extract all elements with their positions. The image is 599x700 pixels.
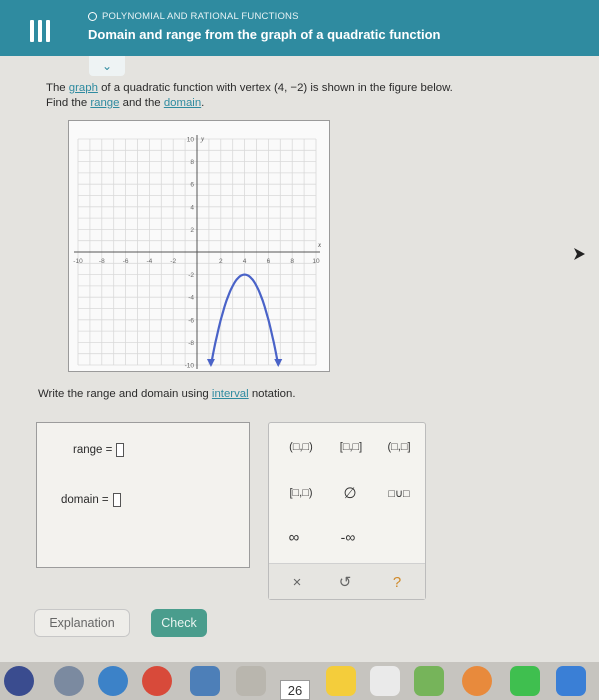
interval-link[interactable]: interval xyxy=(212,388,249,400)
clear-icon[interactable]: × xyxy=(287,572,307,592)
prompt-text: . xyxy=(201,97,205,109)
reminders-icon[interactable] xyxy=(370,666,400,696)
page-title: Domain and range from the graph of a qua… xyxy=(88,27,441,42)
empty-set-button[interactable]: ∅ xyxy=(339,483,361,503)
calendar-icon[interactable]: 26 xyxy=(280,680,310,700)
y-tick-label: 4 xyxy=(190,204,194,211)
explanation-button[interactable]: Explanation xyxy=(34,609,130,637)
infinity-button[interactable]: ∞ xyxy=(283,527,305,547)
y-tick-label: -6 xyxy=(188,317,194,324)
domain-label: domain = xyxy=(61,494,109,506)
x-tick-label: -4 xyxy=(147,258,153,265)
closed-open-interval-button[interactable]: [□,□) xyxy=(279,483,323,503)
vertex-value: (4, −2) xyxy=(273,82,308,94)
collapse-tab[interactable]: ⌄ xyxy=(89,56,125,76)
app-icon[interactable] xyxy=(236,666,266,696)
help-icon[interactable]: ? xyxy=(387,572,407,592)
prompt-text: and the xyxy=(119,97,164,109)
x-tick-label: 2 xyxy=(219,258,223,265)
messages-icon[interactable] xyxy=(510,666,540,696)
curve-arrow-head xyxy=(206,359,215,367)
graph-link[interactable]: graph xyxy=(69,82,98,94)
open-closed-interval-button[interactable]: (□,□] xyxy=(377,437,421,457)
prompt-text: of a quadratic function with vertex xyxy=(97,82,274,94)
y-tick-label: 2 xyxy=(190,227,194,234)
prompt-text: is shown in the figure below. xyxy=(307,82,453,94)
question-prompt: The graph of a quadratic function with v… xyxy=(46,81,566,111)
photos-app-icon[interactable] xyxy=(190,666,220,696)
answer-box: range = domain = xyxy=(36,422,250,568)
header-bar: POLYNOMIAL AND RATIONAL FUNCTIONS Domain… xyxy=(0,0,599,56)
curve-arrow-head xyxy=(274,359,283,367)
range-row: range = xyxy=(73,443,125,457)
x-tick-label: -6 xyxy=(123,258,129,265)
chevron-down-icon: ⌄ xyxy=(101,59,113,73)
prompt-text: Find the xyxy=(46,97,91,109)
y-tick-label: 10 xyxy=(187,137,195,144)
menu-icon[interactable] xyxy=(30,20,50,42)
y-tick-label: -4 xyxy=(188,295,194,302)
x-tick-label: -10 xyxy=(73,258,83,265)
quadratic-graph: -10 -8 -6 -4 -2 2 4 6 8 10 10 8 6 4 2 -2 -4 -6 -8 -10 x y xyxy=(68,120,330,372)
notes-icon[interactable] xyxy=(326,666,356,696)
y-tick-label: 6 xyxy=(190,182,194,189)
range-label: range = xyxy=(73,444,113,456)
instruction-part: notation. xyxy=(248,388,296,400)
prompt-text: The xyxy=(46,82,69,94)
maps-icon[interactable] xyxy=(414,666,444,696)
topic-text: POLYNOMIAL AND RATIONAL FUNCTIONS xyxy=(102,11,299,22)
closed-closed-interval-button[interactable]: [□,□] xyxy=(329,437,373,457)
open-open-interval-button[interactable]: (□,□) xyxy=(279,437,323,457)
undo-icon[interactable]: ↺ xyxy=(335,572,355,592)
mouse-pointer-icon xyxy=(574,248,585,260)
y-tick-label: -2 xyxy=(188,272,194,279)
safari-icon[interactable] xyxy=(98,666,128,696)
instruction-part: Write the range and domain using xyxy=(38,388,212,400)
graph-svg: -10 -8 -6 -4 -2 2 4 6 8 10108642-2-4-6-8-10xy xyxy=(73,135,322,370)
range-input[interactable] xyxy=(116,443,125,457)
domain-link[interactable]: domain xyxy=(164,97,201,109)
y-tick-label: -8 xyxy=(188,340,194,347)
keypad-footer: × ↺ ? xyxy=(269,563,425,599)
topic-circle-icon xyxy=(88,12,97,21)
photos-icon[interactable] xyxy=(462,666,492,696)
range-link[interactable]: range xyxy=(90,97,119,109)
y-tick-label: 8 xyxy=(190,159,194,166)
instruction-text: Write the range and domain using interva… xyxy=(38,388,296,400)
x-tick-label: -8 xyxy=(99,258,105,265)
x-tick-label: 6 xyxy=(267,258,271,265)
x-axis-label: x xyxy=(317,241,322,249)
domain-row: domain = xyxy=(61,493,121,507)
chrome-icon[interactable] xyxy=(142,666,172,696)
x-tick-label: 10 xyxy=(312,258,320,265)
x-tick-label: -2 xyxy=(170,258,176,265)
launchpad-icon[interactable] xyxy=(4,666,34,696)
facetime-icon[interactable] xyxy=(556,666,586,696)
check-button[interactable]: Check xyxy=(151,609,207,637)
topic-label: POLYNOMIAL AND RATIONAL FUNCTIONS xyxy=(88,11,299,22)
domain-input[interactable] xyxy=(112,493,121,507)
negative-infinity-button[interactable]: -∞ xyxy=(333,527,363,547)
rocket-icon[interactable] xyxy=(54,666,84,696)
union-button[interactable]: □∪□ xyxy=(379,483,419,503)
y-tick-label: -10 xyxy=(185,363,195,370)
interval-keypad: (□,□) [□,□] (□,□] [□,□) ∅ □∪□ ∞ -∞ × ↺ ? xyxy=(268,422,426,600)
x-tick-label: 8 xyxy=(290,258,294,265)
x-tick-label: 4 xyxy=(243,258,247,265)
